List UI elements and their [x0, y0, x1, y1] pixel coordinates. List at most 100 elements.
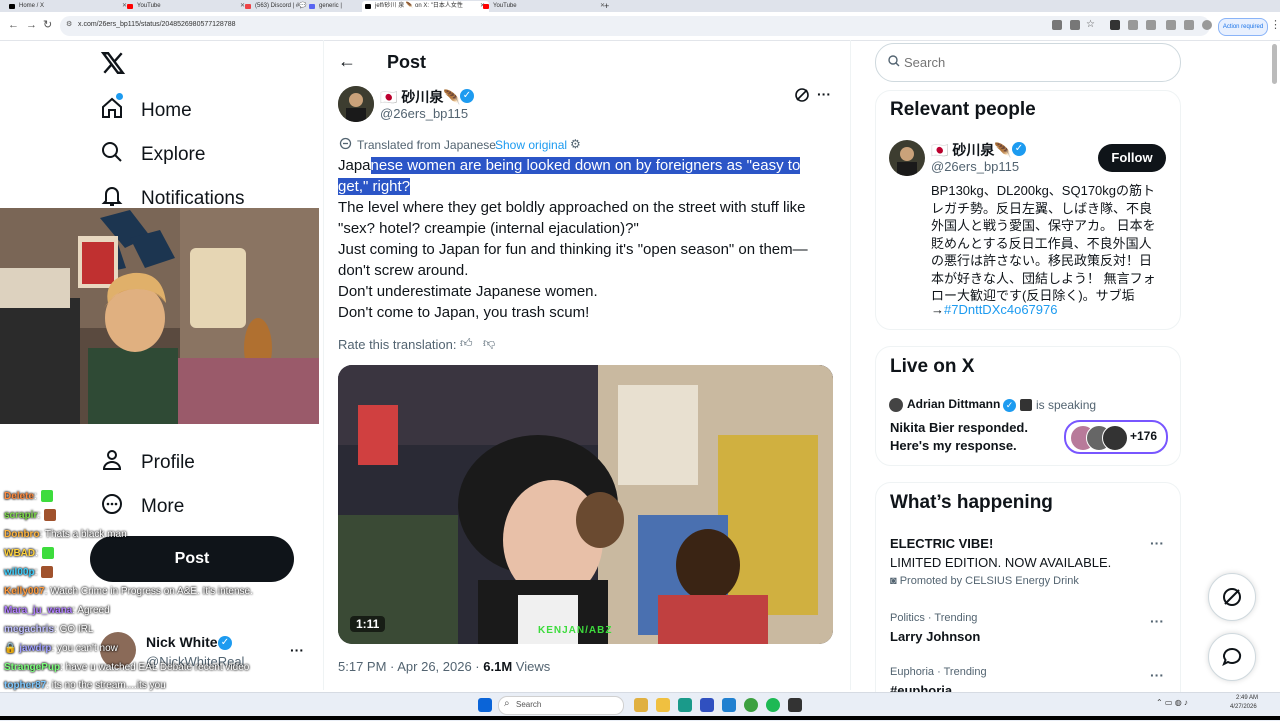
promoted-label: ◙ Promoted by CELSIUS Energy Drink — [890, 575, 1079, 587]
tweet-text-segment: Don't underestimate Japanese women. — [338, 283, 598, 300]
search-input[interactable] — [902, 51, 1166, 73]
tweet-text-line: Don't underestimate Japanese women. — [338, 283, 598, 300]
trend-more-icon[interactable]: ··· — [1150, 613, 1164, 629]
chat-message: Donbro: Thats a black man — [4, 527, 127, 543]
home-icon — [100, 93, 141, 126]
space-title-line[interactable]: Nikita Bier responded. — [890, 420, 1028, 435]
tray-icons[interactable]: ⌃ ▭ ◍ ♪ — [1156, 698, 1188, 707]
sidebar-item-explore[interactable]: Explore — [100, 138, 205, 172]
tweet-meta: 5:17 PM · Apr 26, 2026 · 6.1M Views — [338, 659, 550, 674]
browser-tab[interactable]: YouTube ✕ — [480, 1, 609, 12]
account-menu-icon[interactable]: ··· — [290, 642, 304, 658]
timestamp[interactable]: 5:17 PM · Apr 26, 2026 · — [338, 659, 483, 674]
start-icon[interactable] — [478, 698, 492, 712]
author-handle[interactable]: @26ers_bp115 — [380, 106, 468, 121]
whats-happening-card — [875, 482, 1181, 714]
verified-badge-icon: ✓ — [1003, 399, 1016, 412]
sidebar-item-label: Explore — [141, 144, 206, 165]
extension-icon[interactable] — [1184, 20, 1194, 30]
file-explorer-icon[interactable] — [656, 698, 670, 712]
taskbar-search[interactable]: ⌕ Search — [498, 696, 624, 715]
extension-icon[interactable] — [1166, 20, 1176, 30]
browser-tab-active[interactable]: jeff/砂川 泉 🪶 on X: "日本人女性✕ — [362, 1, 489, 12]
trend-title[interactable]: ELECTRIC VIBE! — [890, 536, 993, 551]
person-name[interactable]: 🇯🇵 砂川泉🪶 — [931, 140, 1012, 160]
chat-username: scrapir — [4, 510, 38, 521]
new-tab-button[interactable]: + — [600, 1, 620, 12]
site-info-icon[interactable]: ⚙ — [66, 20, 72, 28]
hashtag-link[interactable]: #7DnttDXc4o67976 — [944, 302, 1057, 317]
browser-tab-bar: Home / X ✕ YouTube ✕ (563) Discord | #💬 ge… — [0, 0, 1280, 12]
sidebar-item-home[interactable]: Home — [100, 93, 192, 128]
more-options-icon[interactable]: ··· — [817, 86, 831, 102]
edge-icon[interactable] — [678, 698, 692, 712]
space-title-line[interactable]: Here's my response. — [890, 438, 1017, 453]
trend-title[interactable]: Larry Johnson — [890, 629, 980, 644]
listener-count: +176 — [1130, 429, 1158, 443]
avatar[interactable] — [889, 140, 925, 176]
sidebar-item-label: Home — [141, 100, 192, 121]
follow-button[interactable]: Follow — [1098, 144, 1166, 172]
clock-date[interactable]: 4/27/2026 — [1230, 704, 1257, 710]
clock-time[interactable]: 2:49 AM — [1236, 695, 1258, 701]
tweet-text-segment: Japa — [338, 157, 371, 174]
chat-text: : GO IRL — [54, 624, 94, 635]
obs-icon[interactable] — [788, 698, 802, 712]
chat-text: : — [37, 510, 41, 521]
chat-message: StrangePup: have u watched EAL Debate re… — [4, 660, 249, 676]
x-favicon-icon — [365, 4, 371, 9]
author-name[interactable]: 🇯🇵 砂川泉🪶 — [380, 87, 461, 107]
taskbar-search-label: Search — [516, 700, 542, 709]
settings-icon[interactable]: ⚙ — [570, 137, 581, 151]
back-arrow-icon[interactable]: ← — [338, 51, 356, 72]
extension-icon[interactable] — [1110, 20, 1120, 30]
whats-happening-title: What’s happening — [890, 492, 1053, 513]
show-original-link[interactable]: Show original — [495, 138, 567, 152]
reload-icon[interactable]: ↻ — [43, 17, 52, 33]
menu-dots-icon[interactable]: ⋮ — [1270, 18, 1280, 31]
sidebar-item-profile[interactable]: Profile — [100, 446, 195, 480]
spotify-icon[interactable] — [766, 698, 780, 712]
profile-icon[interactable] — [1202, 20, 1212, 30]
copilot-icon[interactable] — [634, 698, 648, 712]
back-arrow-icon[interactable]: ← — [8, 17, 19, 33]
chat-text: : Thats a black man — [39, 529, 127, 540]
messages-button[interactable] — [1208, 633, 1256, 681]
translate-icon[interactable] — [1070, 20, 1080, 30]
star-icon[interactable]: ☆ — [1086, 19, 1095, 30]
chrome-icon[interactable] — [744, 698, 758, 712]
tweet-text-segment: Don't come to Japan, you trash scum! — [338, 304, 590, 321]
bio-line: の悪行は許さない。移民政策反対！日 — [931, 253, 1153, 268]
host-name[interactable]: Adrian Dittmann — [907, 397, 1000, 411]
browser-tab[interactable]: YouTube ✕ — [124, 1, 249, 12]
mail-icon[interactable] — [722, 698, 736, 712]
scrollbar-thumb[interactable] — [1272, 44, 1277, 84]
person-handle[interactable]: @26ers_bp115 — [931, 159, 1019, 174]
author-avatar[interactable] — [338, 86, 374, 122]
views-count: 6.1M — [483, 659, 513, 674]
trend-meta: Euphoria · Trending — [890, 666, 987, 678]
action-required-button[interactable]: Action required — [1218, 18, 1268, 36]
store-icon[interactable] — [700, 698, 714, 712]
extension-icon[interactable] — [1128, 20, 1138, 30]
forward-arrow-icon[interactable]: → — [26, 17, 37, 33]
search-icon: ⌕ — [504, 698, 510, 709]
thumbs-up-icon[interactable]: 👍︎ — [460, 336, 473, 351]
thumbs-down-icon[interactable]: 👎︎ — [483, 336, 495, 351]
install-icon[interactable] — [1052, 20, 1062, 30]
join-space-button[interactable]: +176 — [1064, 420, 1168, 454]
bio-link-line: →#7DnttDXc4o67976 — [931, 302, 1058, 317]
tweet-text-line: Just coming to Japan for fun and thinkin… — [338, 241, 808, 258]
extension-icon[interactable] — [1146, 20, 1156, 30]
browser-tab[interactable]: Home / X ✕ — [6, 1, 131, 12]
grok-icon[interactable] — [794, 87, 810, 108]
grok-button[interactable] — [1208, 573, 1256, 621]
host-avatar[interactable] — [889, 398, 903, 412]
trend-more-icon[interactable]: ··· — [1150, 535, 1164, 551]
discord-favicon-icon — [245, 4, 251, 9]
chat-username: 🔒 jawdrp — [4, 643, 52, 654]
sidebar-item-more[interactable]: More — [100, 490, 184, 524]
x-logo-icon[interactable] — [100, 50, 126, 81]
trend-more-icon[interactable]: ··· — [1150, 667, 1164, 683]
video-player[interactable]: 1:11 KENJAN/ABZ — [338, 365, 833, 644]
